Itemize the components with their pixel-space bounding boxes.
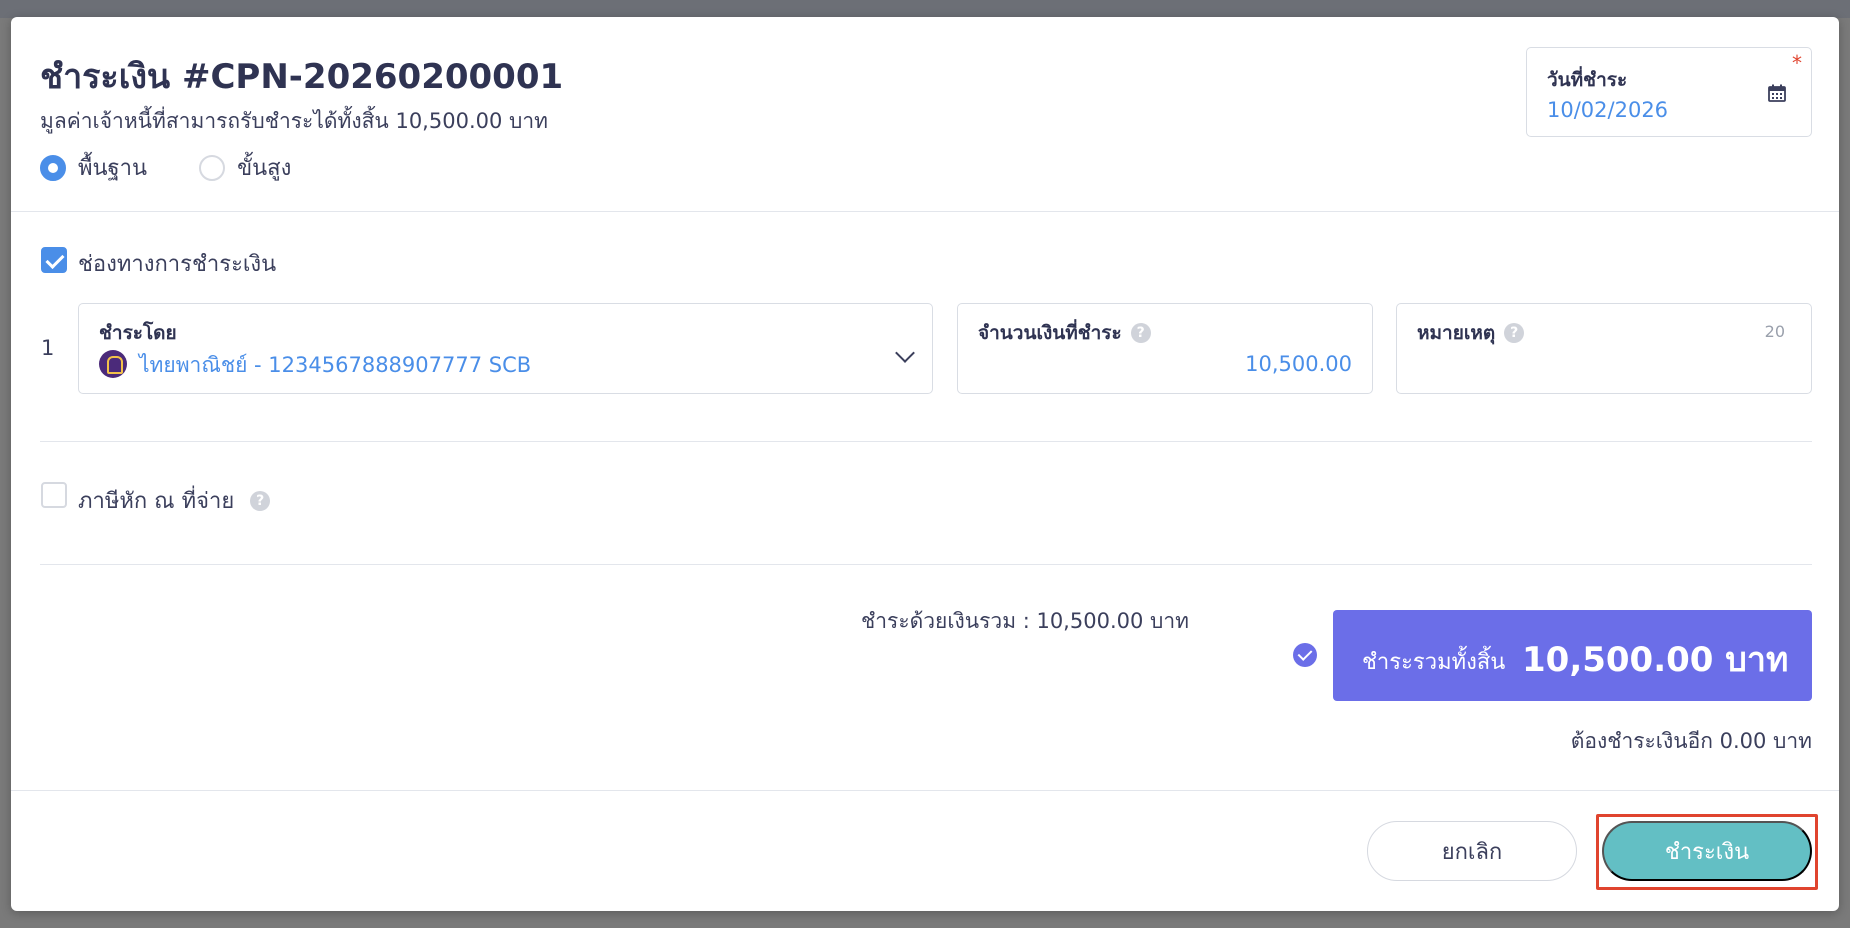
help-icon[interactable]: ?	[1504, 323, 1525, 343]
scb-bank-icon	[99, 350, 127, 378]
paid-sum-text: ชำระด้วยเงินรวม : 10,500.00 บาท	[861, 609, 1189, 633]
help-icon[interactable]: ?	[250, 490, 271, 511]
pay-by-value: ไทยพาณิชย์ - 1234567888907777 SCB	[139, 353, 532, 377]
chevron-down-icon[interactable]	[895, 343, 915, 363]
payment-date-field[interactable]: * วันที่ชำระ 10/02/2026	[1526, 47, 1812, 137]
background-overlay	[0, 0, 1850, 18]
payment-channel-checkbox[interactable]	[41, 247, 67, 273]
mode-basic-label: พื้นฐาน	[78, 156, 148, 181]
pay-button[interactable]: ชำระเงิน	[1602, 821, 1812, 881]
modal-header: ชำระเงิน #CPN-20260200001 มูลค่าเจ้าหนี้…	[11, 17, 1839, 212]
note-char-count: 20	[1764, 322, 1785, 341]
mode-advanced-label: ขั้นสูง	[237, 156, 292, 181]
withholding-tax-checkbox[interactable]	[41, 482, 67, 508]
payment-amount-label: จำนวนเงินที่ชำระ	[978, 322, 1122, 344]
payment-channel-label: ช่องทางการชำระเงิน	[78, 252, 277, 277]
radio-advanced[interactable]	[199, 154, 226, 181]
footer-divider	[11, 790, 1839, 791]
page-title: ชำระเงิน #CPN-20260200001	[40, 57, 564, 97]
mode-basic-option[interactable]: พื้นฐาน	[40, 150, 147, 185]
payment-amount-value[interactable]: 10,500.00	[1245, 352, 1352, 376]
withholding-tax-label: ภาษีหัก ณ ที่จ่าย	[78, 489, 235, 514]
payable-amount-text: มูลค่าเจ้าหนี้ที่สามารถรับชำระได้ทั้งสิ้…	[40, 109, 548, 133]
cancel-button[interactable]: ยกเลิก	[1367, 821, 1577, 881]
note-label: หมายเหตุ	[1417, 322, 1496, 344]
radio-basic[interactable]	[40, 154, 66, 181]
withholding-tax-label-wrap: ภาษีหัก ณ ที่จ่าย ?	[78, 483, 271, 518]
pay-by-select[interactable]: ชำระโดย ไทยพาณิชย์ - 1234567888907777 SC…	[78, 303, 933, 394]
grand-total-label: ชำระรวมทั้งสิ้น	[1362, 650, 1506, 675]
mode-advanced-option[interactable]: ขั้นสูง	[199, 150, 291, 185]
payment-date-value[interactable]: 10/02/2026	[1547, 98, 1668, 122]
payment-row-index: 1	[41, 336, 55, 360]
note-field[interactable]: หมายเหตุ ? 20	[1396, 303, 1812, 394]
pay-by-label: ชำระโดย	[99, 322, 177, 344]
calendar-icon[interactable]	[1768, 84, 1786, 102]
remaining-amount-text: ต้องชำระเงินอีก 0.00 บาท	[1570, 729, 1812, 753]
check-circle-icon	[1293, 643, 1317, 667]
grand-total-box: ชำระรวมทั้งสิ้น 10,500.00 บาท	[1333, 610, 1812, 701]
help-icon[interactable]: ?	[1130, 323, 1151, 343]
section-divider	[40, 564, 1812, 565]
note-label-wrap: หมายเหตุ ?	[1417, 318, 1525, 348]
payment-date-label: วันที่ชำระ	[1547, 69, 1628, 91]
payment-amount-label-wrap: จำนวนเงินที่ชำระ ?	[978, 318, 1151, 348]
payment-amount-field[interactable]: จำนวนเงินที่ชำระ ? 10,500.00	[957, 303, 1373, 394]
payment-modal: ชำระเงิน #CPN-20260200001 มูลค่าเจ้าหนี้…	[11, 17, 1839, 911]
required-mark: *	[1792, 51, 1802, 75]
grand-total-value: 10,500.00 บาท	[1522, 640, 1789, 680]
section-divider	[40, 441, 1812, 442]
mode-radio-group: พื้นฐาน ขั้นสูง	[40, 150, 343, 185]
